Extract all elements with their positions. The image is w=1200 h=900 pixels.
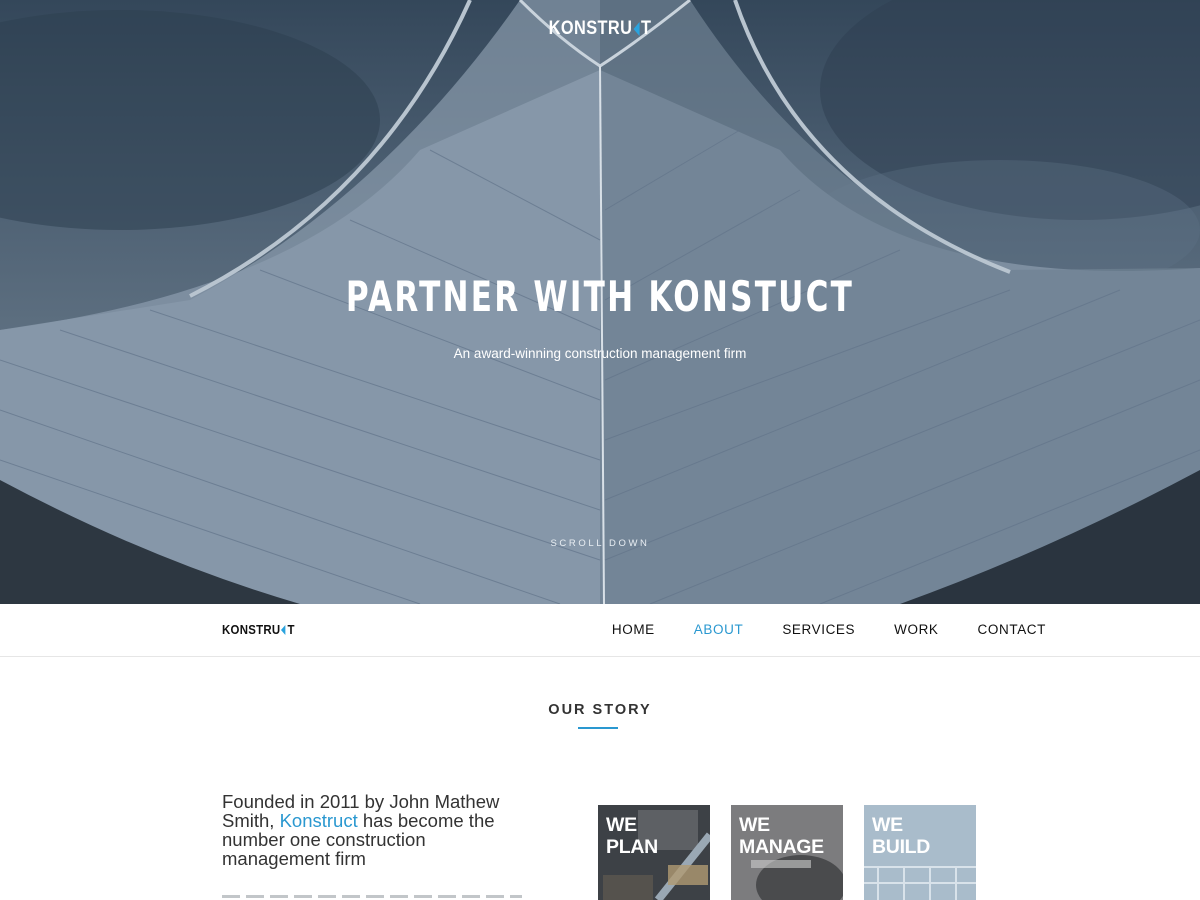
main-navbar: KONSTRU T HOME ABOUT SERVICES WORK CONTAC… [0, 604, 1200, 657]
tile-we-manage[interactable]: WE MANAGE [731, 805, 843, 900]
hero-logo[interactable]: KONSTRU T [84, 18, 1116, 40]
nav-item-home[interactable]: HOME [612, 622, 655, 637]
tile-build-line1: WE [872, 814, 903, 836]
tile-plan-label: WE PLAN [606, 814, 658, 858]
story-intro-brand: Konstruct [279, 810, 358, 831]
nav-logo[interactable]: KONSTRU T [222, 622, 295, 637]
logo-text-right: T [640, 18, 652, 39]
tile-build-label: WE BUILD [872, 814, 930, 858]
logo-text-left: KONSTRU [548, 18, 633, 39]
story-intro: Founded in 2011 by John Mathew Smith, Ko… [222, 792, 532, 868]
nav-item-work[interactable]: WORK [894, 622, 938, 637]
tile-plan-line1: WE [606, 814, 637, 836]
hero-subtitle: An award-winning construction management… [453, 346, 747, 361]
nav-item-services[interactable]: SERVICES [782, 622, 855, 637]
tile-manage-label: WE MANAGE [739, 814, 824, 858]
tile-plan-line2: PLAN [606, 836, 658, 858]
section-title-our-story: OUR STORY [548, 702, 652, 718]
section-title-underline [578, 727, 618, 729]
tile-build-line2: BUILD [872, 836, 931, 858]
nav-logo-text-left: KONSTRU [222, 622, 281, 637]
nav-links: HOME ABOUT SERVICES WORK CONTACT [612, 622, 1046, 637]
tile-we-build[interactable]: WE BUILD [864, 805, 976, 900]
nav-logo-mark-icon [281, 625, 286, 635]
tile-manage-line2: MANAGE [739, 836, 824, 858]
story-body-text-cutoff [222, 895, 522, 898]
hero-title: PARTNER WITH KONSTUCT [345, 272, 855, 321]
tile-we-plan[interactable]: WE PLAN [598, 805, 710, 900]
service-tiles: WE PLAN WE MANAGE WE BUILD [598, 805, 976, 900]
scroll-down-link[interactable]: SCROLL DOWN [0, 538, 1200, 549]
nav-logo-text-right: T [287, 622, 295, 637]
nav-item-contact[interactable]: CONTACT [978, 622, 1046, 637]
nav-item-about[interactable]: ABOUT [694, 622, 744, 637]
tile-manage-line1: WE [739, 814, 770, 836]
hero-banner: KONSTRU T PARTNER WITH KONSTUCT An award-… [0, 0, 1200, 604]
logo-mark-icon [633, 22, 640, 36]
